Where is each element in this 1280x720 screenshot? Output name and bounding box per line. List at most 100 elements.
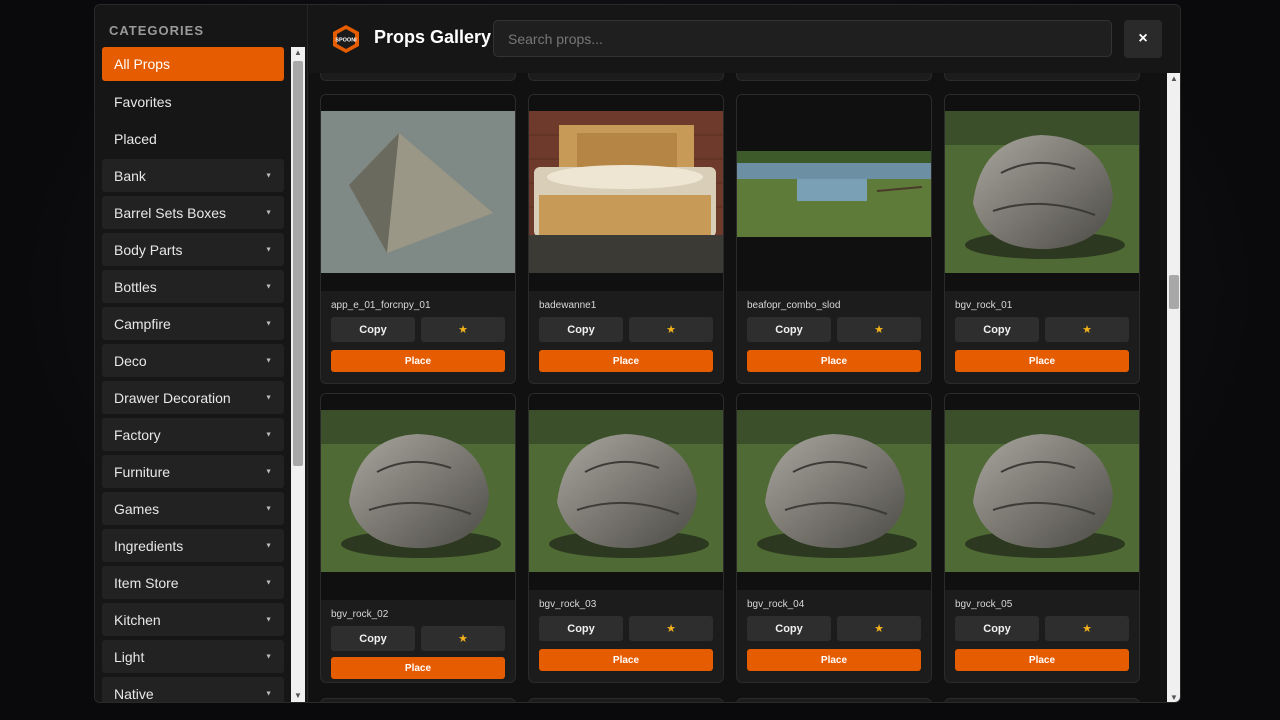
prop-name: bgv_rock_05 [955, 599, 1013, 610]
chevron-down-icon: ▼ [265, 394, 272, 401]
chevron-down-icon: ▼ [265, 172, 272, 179]
scroll-up-arrow-icon[interactable]: ▲ [1167, 73, 1180, 85]
sidebar-item-deco[interactable]: Deco ▼ [102, 344, 284, 377]
scrollbar-thumb[interactable] [293, 61, 303, 466]
copy-button[interactable]: Copy [747, 616, 831, 641]
scroll-up-arrow-icon[interactable]: ▲ [291, 47, 305, 59]
sidebar-item-factory[interactable]: Factory ▼ [102, 418, 284, 451]
sidebar-item-bank[interactable]: Bank ▼ [102, 159, 284, 192]
sidebar-item-bottles[interactable]: Bottles ▼ [102, 270, 284, 303]
star-icon: ★ [458, 633, 468, 645]
sidebar-item-label: Bank [114, 167, 146, 184]
star-icon: ★ [1082, 623, 1092, 635]
scroll-down-arrow-icon[interactable]: ▼ [1167, 692, 1180, 702]
chevron-down-icon: ▼ [265, 431, 272, 438]
sidebar-item-item-store[interactable]: Item Store ▼ [102, 566, 284, 599]
place-button[interactable]: Place [331, 657, 505, 679]
prop-name: bgv_rock_02 [331, 609, 389, 620]
sidebar-item-favorites[interactable]: Favorites [102, 85, 284, 118]
sidebar-item-drawer-decoration[interactable]: Drawer Decoration ▼ [102, 381, 284, 414]
prop-name: badewanne1 [539, 300, 597, 311]
chevron-down-icon: ▼ [265, 690, 272, 697]
place-button[interactable]: Place [747, 649, 921, 671]
prop-name: bgv_rock_04 [747, 599, 805, 610]
star-icon: ★ [458, 324, 468, 336]
sidebar-item-label: Placed [114, 130, 157, 147]
favorite-star-button[interactable]: ★ [837, 317, 921, 342]
place-button[interactable]: Place [331, 350, 505, 372]
sidebar-item-light[interactable]: Light ▼ [102, 640, 284, 673]
prop-card[interactable]: beafopr_combo_slod Copy ★ Place [736, 94, 932, 384]
place-button[interactable]: Place [955, 350, 1129, 372]
place-button[interactable]: Place [539, 350, 713, 372]
place-button[interactable]: Place [955, 649, 1129, 671]
place-button[interactable]: Place [539, 649, 713, 671]
prop-card[interactable]: bgv_rock_02 Copy ★ Place [320, 393, 516, 683]
favorite-star-button[interactable]: ★ [421, 626, 505, 651]
favorite-star-button[interactable]: ★ [421, 317, 505, 342]
sidebar-item-campfire[interactable]: Campfire ▼ [102, 307, 284, 340]
prop-card[interactable]: bgv_rock_01 Copy ★ Place [944, 94, 1140, 384]
chevron-down-icon: ▼ [265, 209, 272, 216]
copy-button[interactable]: Copy [539, 616, 623, 641]
sidebar-item-label: Campfire [114, 315, 171, 332]
sidebar-item-label: Bottles [114, 278, 157, 295]
prop-card[interactable]: bgv_rock_04 Copy ★ Place [736, 393, 932, 683]
prop-preview-image [737, 95, 931, 291]
favorite-star-button[interactable]: ★ [629, 317, 713, 342]
sidebar-item-barrel-sets-boxes[interactable]: Barrel Sets Boxes ▼ [102, 196, 284, 229]
place-button[interactable]: Place [747, 350, 921, 372]
prop-card-partial [944, 698, 1140, 702]
chevron-down-icon: ▼ [265, 283, 272, 290]
favorite-star-button[interactable]: ★ [837, 616, 921, 641]
sidebar-item-furniture[interactable]: Furniture ▼ [102, 455, 284, 488]
prop-preview-image [945, 95, 1139, 291]
sidebar-item-label: Kitchen [114, 611, 161, 628]
prop-card-partial [736, 698, 932, 702]
prop-card-partial [736, 73, 932, 81]
search-input[interactable] [493, 20, 1112, 57]
chevron-down-icon: ▼ [265, 616, 272, 623]
sidebar-item-native[interactable]: Native ▼ [102, 677, 284, 702]
sidebar-scrollbar[interactable]: ▲ ▼ [291, 47, 305, 702]
favorite-star-button[interactable]: ★ [1045, 317, 1129, 342]
sidebar-item-label: Factory [114, 426, 161, 443]
prop-preview-image [321, 394, 515, 600]
scrollbar-thumb[interactable] [1169, 275, 1179, 309]
copy-button[interactable]: Copy [539, 317, 623, 342]
props-grid: app_e_01_forcnpy_01 Copy ★ Place badewan… [309, 73, 1167, 702]
scroll-down-arrow-icon[interactable]: ▼ [291, 690, 305, 702]
favorite-star-button[interactable]: ★ [629, 616, 713, 641]
sidebar-item-games[interactable]: Games ▼ [102, 492, 284, 525]
sidebar-item-all-props[interactable]: All Props [102, 47, 284, 81]
copy-button[interactable]: Copy [331, 317, 415, 342]
sidebar-item-placed[interactable]: Placed [102, 122, 284, 155]
copy-button[interactable]: Copy [747, 317, 831, 342]
prop-card[interactable]: bgv_rock_03 Copy ★ Place [528, 393, 724, 683]
categories-sidebar: CATEGORIES All Props Favorites Placed Bank ▼… [95, 5, 308, 702]
sidebar-item-ingredients[interactable]: Ingredients ▼ [102, 529, 284, 562]
prop-card[interactable]: bgv_rock_05 Copy ★ Place [944, 393, 1140, 683]
star-icon: ★ [1082, 324, 1092, 336]
copy-button[interactable]: Copy [955, 317, 1039, 342]
sidebar-item-label: All Props [114, 56, 171, 72]
sidebar-item-kitchen[interactable]: Kitchen ▼ [102, 603, 284, 636]
sidebar-item-label: Body Parts [114, 241, 183, 258]
sidebar-item-body-parts[interactable]: Body Parts ▼ [102, 233, 284, 266]
prop-card[interactable]: app_e_01_forcnpy_01 Copy ★ Place [320, 94, 516, 384]
sidebar-item-label: Favorites [114, 93, 172, 110]
star-icon: ★ [666, 324, 676, 336]
chevron-down-icon: ▼ [265, 320, 272, 327]
copy-button[interactable]: Copy [331, 626, 415, 651]
prop-preview-image [529, 394, 723, 590]
sidebar-item-label: Barrel Sets Boxes [114, 204, 227, 221]
prop-card[interactable]: badewanne1 Copy ★ Place [528, 94, 724, 384]
close-button[interactable]: × [1124, 20, 1162, 58]
sidebar-item-label: Native [114, 685, 154, 702]
props-gallery-window: CATEGORIES All Props Favorites Placed Bank ▼… [94, 4, 1181, 703]
favorite-star-button[interactable]: ★ [1045, 616, 1129, 641]
copy-button[interactable]: Copy [955, 616, 1039, 641]
gallery-scrollbar[interactable]: ▲ ▼ [1167, 73, 1180, 702]
prop-card-partial [528, 73, 724, 81]
prop-preview-image [321, 95, 515, 291]
